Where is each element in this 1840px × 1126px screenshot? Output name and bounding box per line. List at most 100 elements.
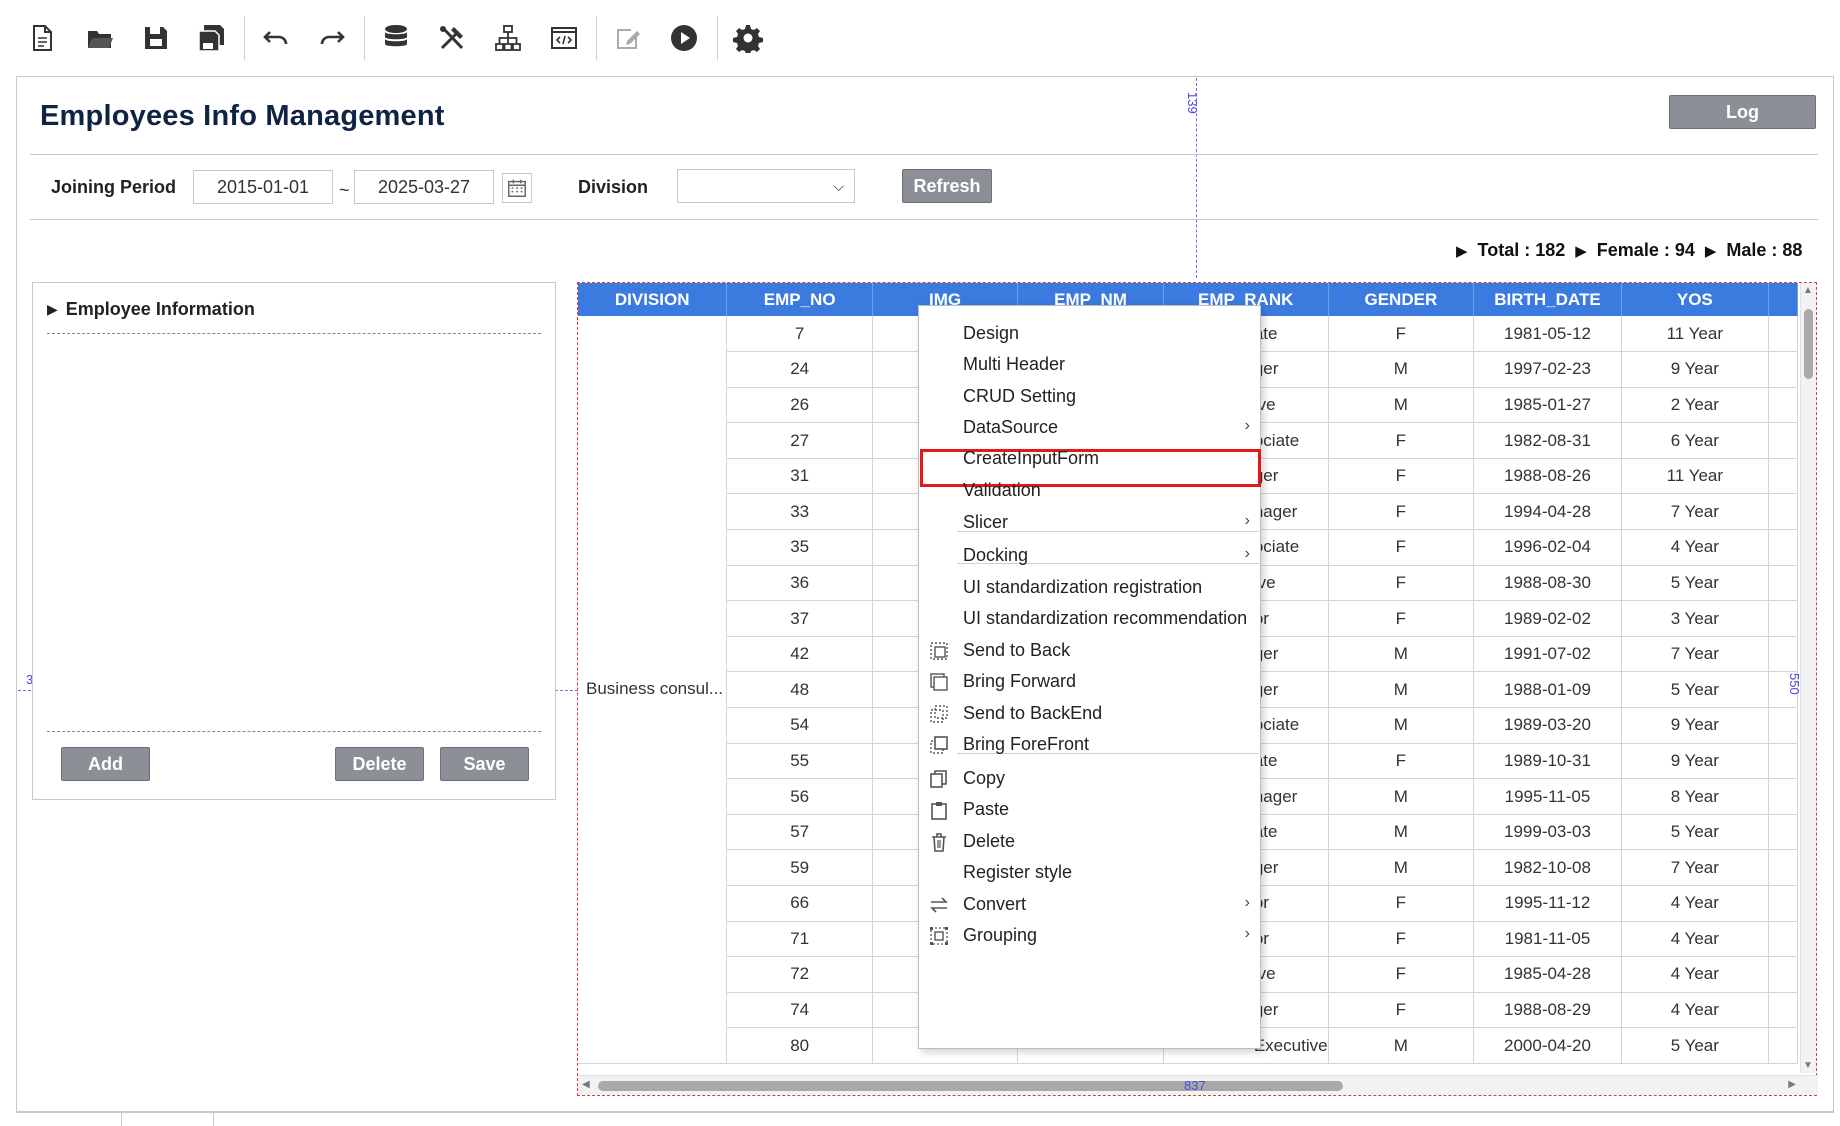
emp-no-cell[interactable]: 54 (726, 707, 873, 744)
emp-no-cell[interactable]: 35 (726, 529, 873, 566)
undo-icon[interactable] (256, 18, 296, 58)
new-file-icon[interactable] (22, 18, 62, 58)
gender-cell[interactable]: M (1328, 636, 1475, 673)
birth-date-cell[interactable]: 1981-11-05 (1473, 921, 1622, 958)
birth-date-cell[interactable]: 1981-05-12 (1473, 316, 1622, 353)
birth-date-cell[interactable]: 1982-10-08 (1473, 849, 1622, 886)
yos-cell[interactable]: 4 Year (1621, 529, 1769, 566)
scroll-left-icon[interactable]: ◀ (582, 1079, 590, 1090)
add-button[interactable]: Add (61, 747, 150, 781)
gender-cell[interactable]: M (1328, 778, 1475, 815)
edit-icon[interactable] (608, 18, 648, 58)
gender-cell[interactable]: F (1328, 921, 1475, 958)
menu-item-paste[interactable]: Paste (919, 792, 1260, 826)
birth-date-cell[interactable]: 1988-08-30 (1473, 565, 1622, 602)
birth-date-cell[interactable]: 1989-10-31 (1473, 743, 1622, 780)
scroll-up-icon[interactable]: ▲ (1803, 285, 1813, 296)
menu-item-ui-standardization-registration[interactable]: UI standardization registration (919, 570, 1260, 604)
save-button[interactable]: Save (440, 747, 529, 781)
birth-date-cell[interactable]: 2000-04-20 (1473, 1027, 1622, 1064)
log-button[interactable]: Log (1669, 95, 1816, 129)
yos-cell[interactable]: 7 Year (1621, 636, 1769, 673)
birth-date-cell[interactable]: 1995-11-12 (1473, 885, 1622, 922)
settings-icon[interactable] (728, 18, 768, 58)
birth-date-cell[interactable]: 1982-08-31 (1473, 422, 1622, 459)
save-icon[interactable] (136, 18, 176, 58)
yos-cell[interactable]: 5 Year (1621, 565, 1769, 602)
birth-date-cell[interactable]: 1995-11-05 (1473, 778, 1622, 815)
menu-item-send-to-back[interactable]: Send to Back (919, 633, 1260, 667)
menu-item-slicer[interactable]: Slicer › (919, 505, 1260, 539)
menu-item-validation[interactable]: Validation (919, 473, 1260, 507)
emp-no-cell[interactable]: 36 (726, 565, 873, 602)
emp-no-cell[interactable]: 24 (726, 351, 873, 388)
birth-date-cell[interactable]: 1989-02-02 (1473, 600, 1622, 637)
scroll-thumb[interactable] (1804, 309, 1813, 379)
yos-cell[interactable]: 5 Year (1621, 814, 1769, 851)
scroll-thumb[interactable] (598, 1081, 1343, 1091)
yos-cell[interactable]: 4 Year (1621, 921, 1769, 958)
birth-date-cell[interactable]: 1985-04-28 (1473, 956, 1622, 993)
column-header-emp-no[interactable]: EMP_NO (726, 283, 873, 316)
menu-item-delete[interactable]: Delete (919, 824, 1260, 858)
yos-cell[interactable]: 11 Year (1621, 458, 1769, 495)
menu-item-docking[interactable]: Docking › (919, 538, 1260, 572)
scroll-down-icon[interactable]: ▼ (1803, 1060, 1813, 1071)
menu-item-datasource[interactable]: DataSource › (919, 410, 1260, 444)
gender-cell[interactable]: F (1328, 529, 1475, 566)
gender-cell[interactable]: F (1328, 458, 1475, 495)
yos-cell[interactable]: 5 Year (1621, 1027, 1769, 1064)
yos-cell[interactable]: 3 Year (1621, 600, 1769, 637)
gender-cell[interactable]: M (1328, 849, 1475, 886)
emp-no-cell[interactable]: 56 (726, 778, 873, 815)
division-cell[interactable]: Business consul... (578, 316, 728, 1064)
gender-cell[interactable]: M (1328, 814, 1475, 851)
gender-cell[interactable]: F (1328, 422, 1475, 459)
gender-cell[interactable]: M (1328, 707, 1475, 744)
emp-no-cell[interactable]: 42 (726, 636, 873, 673)
birth-date-cell[interactable]: 1994-04-28 (1473, 493, 1622, 531)
gender-cell[interactable]: F (1328, 743, 1475, 780)
column-header-gender[interactable]: GENDER (1328, 283, 1475, 316)
delete-button[interactable]: Delete (335, 747, 424, 781)
gender-cell[interactable]: F (1328, 885, 1475, 922)
menu-item-createinputform[interactable]: CreateInputForm (919, 441, 1260, 475)
gender-cell[interactable]: F (1328, 565, 1475, 602)
refresh-button[interactable]: Refresh (902, 169, 992, 203)
open-folder-icon[interactable] (80, 18, 120, 58)
emp-no-cell[interactable]: 72 (726, 956, 873, 993)
menu-item-ui-standardization-recommendation[interactable]: UI standardization recommendation (919, 601, 1260, 635)
yos-cell[interactable]: 9 Year (1621, 743, 1769, 780)
emp-no-cell[interactable]: 74 (726, 992, 873, 1029)
scroll-right-icon[interactable]: ▶ (1788, 1079, 1796, 1090)
emp-no-cell[interactable]: 48 (726, 671, 873, 709)
gender-cell[interactable]: M (1328, 671, 1475, 709)
emp-no-cell[interactable]: 27 (726, 422, 873, 459)
yos-cell[interactable]: 7 Year (1621, 493, 1769, 531)
run-icon[interactable] (664, 18, 704, 58)
menu-item-crud-setting[interactable]: CRUD Setting (919, 379, 1260, 413)
yos-cell[interactable]: 4 Year (1621, 992, 1769, 1029)
emp-no-cell[interactable]: 55 (726, 743, 873, 780)
emp-no-cell[interactable]: 71 (726, 921, 873, 958)
yos-cell[interactable]: 6 Year (1621, 422, 1769, 459)
gender-cell[interactable]: M (1328, 1027, 1475, 1064)
gender-cell[interactable]: F (1328, 600, 1475, 637)
gender-cell[interactable]: F (1328, 956, 1475, 993)
emp-no-cell[interactable]: 80 (726, 1027, 873, 1064)
yos-cell[interactable]: 4 Year (1621, 956, 1769, 993)
menu-item-send-to-backend[interactable]: Send to BackEnd (919, 696, 1260, 730)
birth-date-cell[interactable]: 1988-08-26 (1473, 458, 1622, 495)
save-all-icon[interactable] (191, 18, 231, 58)
birth-date-cell[interactable]: 1991-07-02 (1473, 636, 1622, 673)
date-from-input[interactable]: 2015-01-01 (193, 170, 333, 204)
gender-cell[interactable]: F (1328, 316, 1475, 353)
tools-icon[interactable] (432, 18, 472, 58)
redo-icon[interactable] (312, 18, 352, 58)
menu-item-register-style[interactable]: Register style (919, 855, 1260, 889)
yos-cell[interactable]: 7 Year (1621, 849, 1769, 886)
column-header-birth-date[interactable]: BIRTH_DATE (1473, 283, 1622, 316)
hierarchy-icon[interactable] (488, 18, 528, 58)
code-window-icon[interactable] (544, 18, 584, 58)
birth-date-cell[interactable]: 1988-01-09 (1473, 671, 1622, 709)
